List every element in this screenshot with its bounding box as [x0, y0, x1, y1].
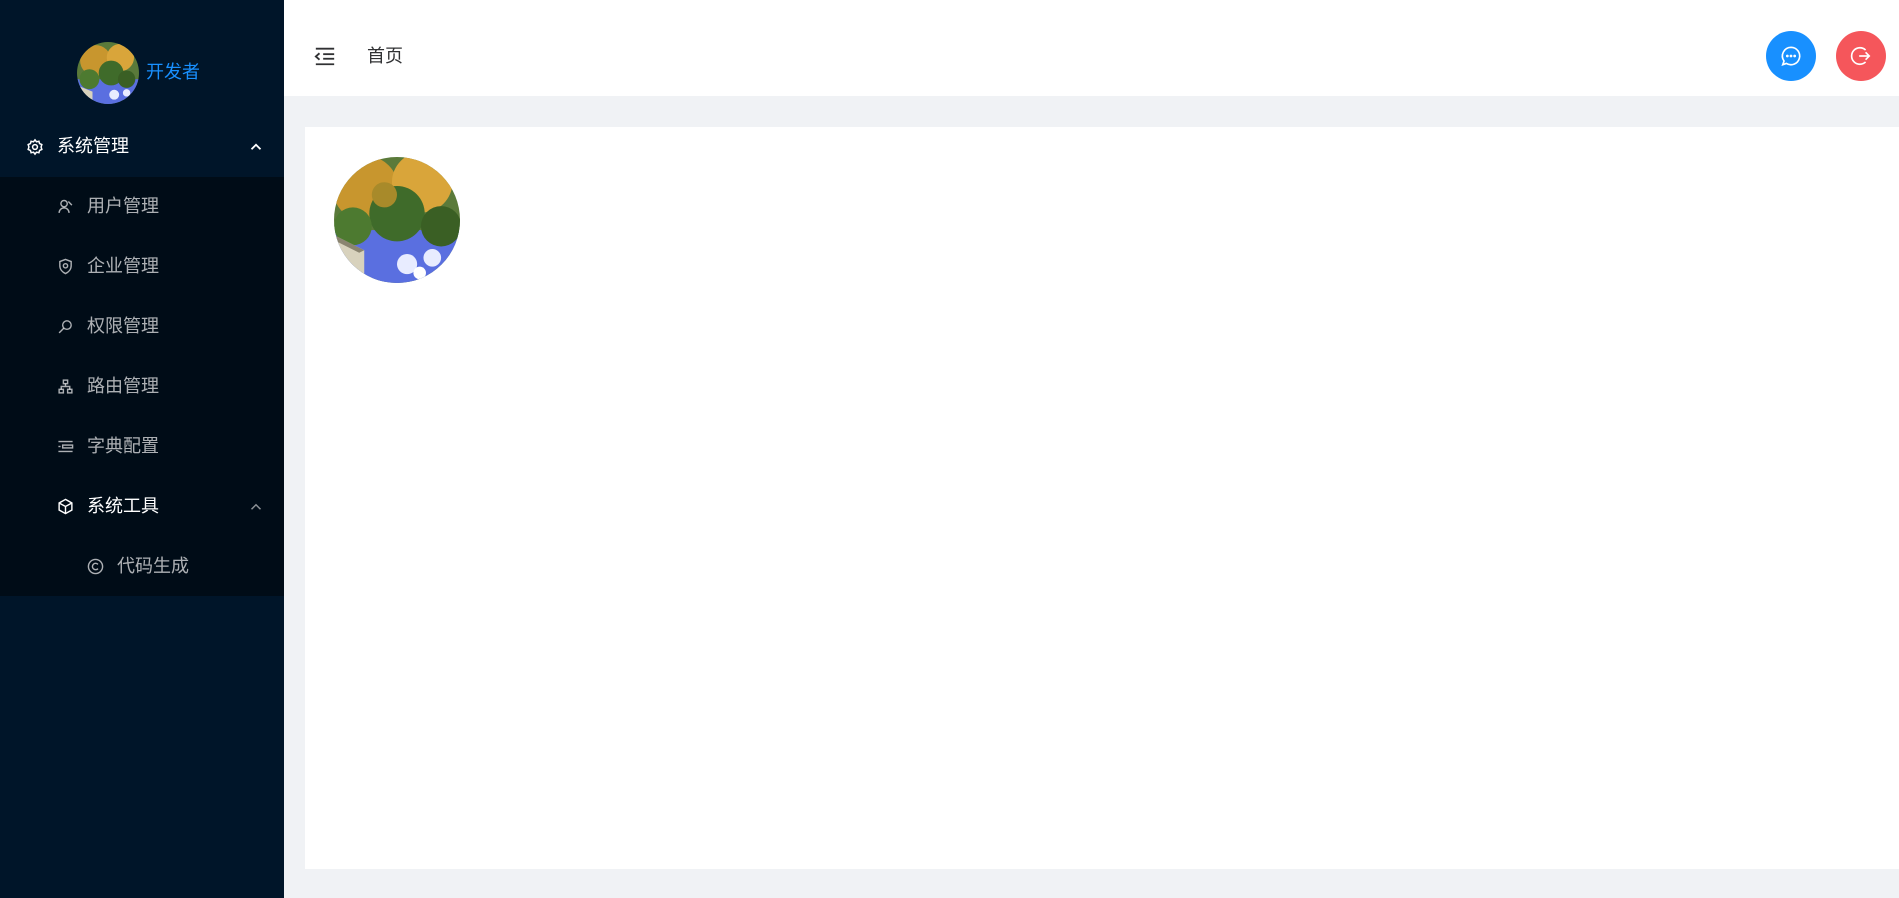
chevron-up-icon [250, 143, 262, 150]
sidebar-item-label: 系统工具 [87, 496, 159, 517]
sidebar-item-label: 代码生成 [117, 556, 189, 577]
list-icon [58, 440, 74, 453]
avatar-large [334, 157, 460, 283]
sidebar-item-dictionary-config[interactable]: 字典配置 [0, 417, 284, 477]
user-profile: 开发者 [0, 0, 284, 117]
chat-bubble-icon [1781, 46, 1801, 67]
menu-group-label: 系统管理 [57, 136, 129, 157]
gear-icon [27, 138, 43, 156]
cube-icon [58, 498, 73, 515]
user-icon [58, 199, 73, 213]
top-header: 首页 [284, 0, 1899, 96]
shield-icon [59, 258, 72, 275]
breadcrumb-home[interactable]: 首页 [367, 45, 403, 69]
sidebar-item-enterprise-management[interactable]: 企业管理 [0, 237, 284, 297]
sidebar-item-system-tools[interactable]: 系统工具 [0, 477, 284, 537]
username[interactable]: 开发者 [146, 61, 200, 85]
message-button[interactable] [1766, 31, 1816, 81]
sidebar-item-user-management[interactable]: 用户管理 [0, 177, 284, 237]
sidebar-item-code-generation[interactable]: 代码生成 [0, 537, 284, 597]
sidebar-item-route-management[interactable]: 路由管理 [0, 357, 284, 417]
avatar-image [334, 157, 460, 283]
main-content-card [305, 127, 1899, 869]
sidebar-item-label: 路由管理 [87, 376, 159, 397]
sidebar-item-permission-management[interactable]: 权限管理 [0, 297, 284, 357]
sidebar-item-label: 企业管理 [87, 256, 159, 277]
sidebar-item-label: 字典配置 [87, 436, 159, 457]
search-icon [58, 320, 72, 334]
chevron-up-icon [250, 503, 262, 510]
copyright-icon [87, 558, 104, 575]
sidebar-item-label: 权限管理 [87, 316, 159, 337]
sitemap-icon [58, 379, 73, 394]
submenu: 用户管理 企业管理 权限管理 路由管理 字典配置 系统工具 代码生成 [0, 177, 284, 596]
avatar-image [77, 42, 139, 104]
menu-group-system-management[interactable]: 系统管理 [0, 117, 284, 177]
sidebar-item-label: 用户管理 [87, 196, 159, 217]
avatar[interactable] [77, 42, 139, 104]
logout-button[interactable] [1836, 31, 1886, 81]
menu-fold-icon[interactable] [314, 45, 336, 67]
sidebar: 开发者 系统管理 用户管理 企业管理 权限管理 路由管理 字典配置 系统工具 代… [0, 0, 284, 898]
logout-icon [1850, 46, 1871, 66]
